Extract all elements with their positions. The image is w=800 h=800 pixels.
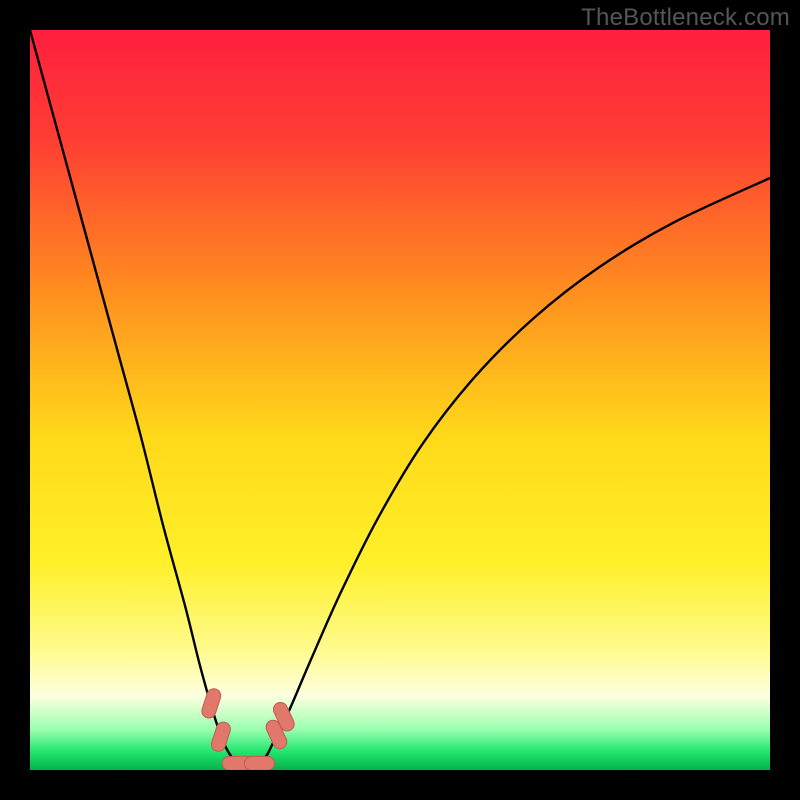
- marker-pill: [244, 756, 274, 770]
- plot-area: [30, 30, 770, 770]
- gradient-background: [30, 30, 770, 770]
- watermark-text: TheBottleneck.com: [581, 4, 790, 32]
- chart-svg: [30, 30, 770, 770]
